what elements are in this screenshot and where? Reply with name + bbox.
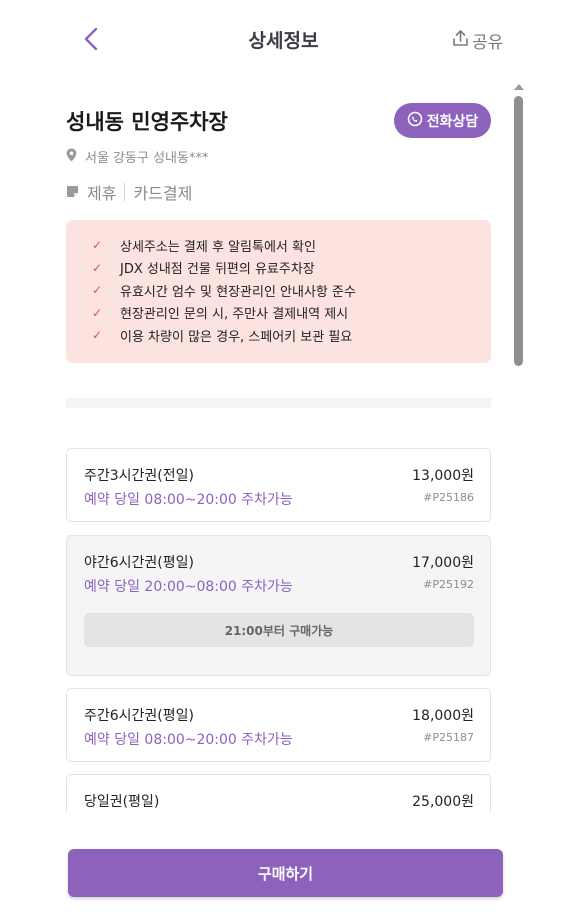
tag-card-payment: 카드결제 — [133, 184, 193, 203]
share-label: 공유 — [472, 33, 504, 53]
phone-icon — [407, 111, 423, 131]
check-icon: ✓ — [92, 328, 103, 343]
ticket-code: #P25192 — [423, 578, 474, 591]
buy-button[interactable]: 구매하기 — [68, 849, 503, 897]
tag-divider — [124, 183, 126, 201]
scroll-up-arrow-icon[interactable] — [514, 84, 524, 90]
ticket-name: 주간3시간권(전일) — [84, 468, 194, 484]
notice-box: ✓ 상세주소는 결제 후 알림톡에서 확인 ✓ JDX 성내점 건물 뒤편의 유료주… — [66, 220, 491, 363]
ticket-card[interactable]: 주간3시간권(전일) 13,000원 예약 당일 08:00~20:00 주차가… — [66, 448, 491, 522]
address: 서울 강동구 성내동*** — [66, 147, 208, 166]
share-icon — [452, 29, 469, 52]
ticket-price: 18,000원 — [412, 708, 474, 724]
share-button[interactable]: 공유 — [452, 28, 503, 53]
ticket-price: 17,000원 — [412, 555, 474, 571]
call-consult-button[interactable]: 전화상담 — [394, 103, 491, 138]
address-text: 서울 강동구 성내동*** — [85, 151, 209, 166]
location-pin-icon — [66, 148, 77, 166]
call-consult-label: 전화상담 — [426, 113, 479, 130]
tag-icon — [66, 183, 79, 202]
check-icon: ✓ — [92, 283, 103, 298]
check-icon: ✓ — [92, 238, 103, 253]
ticket-availability: 예약 당일 20:00~08:00 주차가능 — [84, 579, 293, 595]
notice-item: ✓ 이용 차량이 많은 경우, 스페어키 보관 필요 — [92, 328, 353, 345]
ticket-price: 13,000원 — [412, 468, 474, 484]
scrollbar[interactable] — [513, 84, 525, 814]
notice-item: ✓ 상세주소는 결제 후 알림톡에서 확인 — [92, 238, 316, 255]
ticket-price: 25,000원 — [412, 794, 474, 810]
check-icon: ✓ — [92, 305, 103, 320]
tag-partner: 제휴 — [87, 184, 117, 203]
ticket-availability: 예약 당일 08:00~20:00 주차가능 — [84, 732, 293, 748]
ticket-card[interactable]: 당일권(평일) 25,000원 — [66, 774, 491, 813]
notice-item: ✓ JDX 성내점 건물 뒤편의 유료주차장 — [92, 260, 315, 278]
notice-item: ✓ 유효시간 엄수 및 현장관리인 안내사항 준수 — [92, 283, 356, 300]
scrollbar-thumb[interactable] — [514, 96, 523, 366]
lot-name: 성내동 민영주차장 — [66, 110, 228, 134]
ticket-card[interactable]: 야간6시간권(평일) 17,000원 예약 당일 20:00~08:00 주차가… — [66, 535, 491, 676]
ticket-card[interactable]: 주간6시간권(평일) 18,000원 예약 당일 08:00~20:00 주차가… — [66, 688, 491, 762]
tags: 제휴 카드결제 — [66, 180, 192, 204]
header: 상세정보 공유 — [0, 0, 567, 80]
ticket-code: #P25187 — [423, 731, 474, 744]
ticket-code: #P25186 — [423, 491, 474, 504]
section-divider — [66, 398, 491, 408]
ticket-availability: 예약 당일 08:00~20:00 주차가능 — [84, 492, 293, 508]
ticket-name: 당일권(평일) — [84, 794, 160, 810]
purchase-time-notice: 21:00부터 구매가능 — [84, 613, 474, 647]
check-icon: ✓ — [92, 260, 103, 275]
notice-item: ✓ 현장관리인 문의 시, 주만사 결제내역 제시 — [92, 305, 349, 323]
ticket-name: 야간6시간권(평일) — [84, 555, 194, 571]
ticket-name: 주간6시간권(평일) — [84, 708, 194, 724]
ticket-list: 주간3시간권(전일) 13,000원 예약 당일 08:00~20:00 주차가… — [0, 420, 512, 813]
